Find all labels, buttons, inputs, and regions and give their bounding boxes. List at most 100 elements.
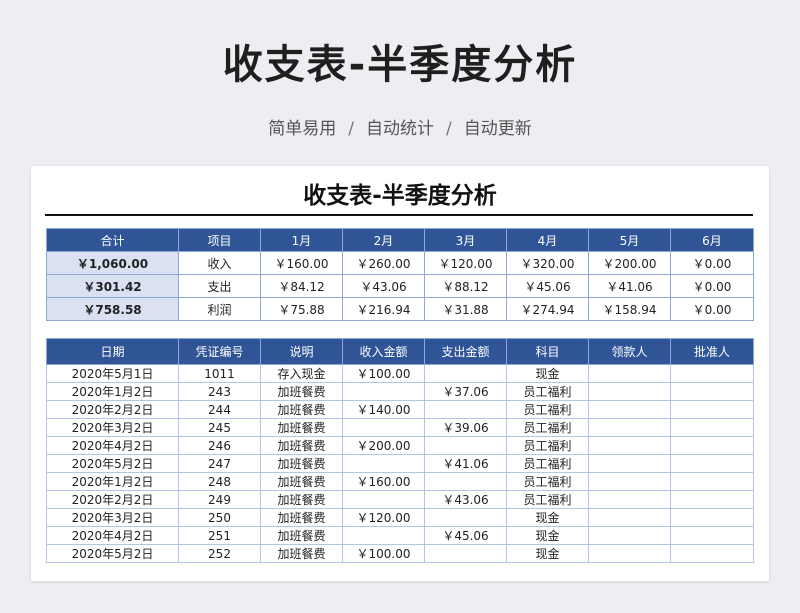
table-cell[interactable] bbox=[588, 508, 671, 527]
table-cell[interactable] bbox=[424, 508, 507, 527]
table-cell[interactable]: 加班餐费 bbox=[260, 454, 343, 473]
table-cell[interactable]: 利润 bbox=[178, 297, 261, 321]
table-cell[interactable]: 2020年3月2日 bbox=[46, 418, 179, 437]
table-cell[interactable]: 加班餐费 bbox=[260, 436, 343, 455]
table-cell[interactable] bbox=[588, 544, 671, 563]
table-cell[interactable] bbox=[342, 418, 425, 437]
table-cell[interactable]: ￥758.58 bbox=[46, 297, 179, 321]
table-cell[interactable]: ￥88.12 bbox=[424, 274, 507, 298]
table-cell[interactable]: ￥260.00 bbox=[342, 251, 425, 275]
table-cell[interactable]: 员工福利 bbox=[506, 472, 589, 491]
table-cell[interactable] bbox=[588, 490, 671, 509]
table-cell[interactable] bbox=[342, 382, 425, 401]
table-cell[interactable] bbox=[670, 400, 754, 419]
table-cell[interactable]: ￥84.12 bbox=[260, 274, 343, 298]
table-cell[interactable]: 加班餐费 bbox=[260, 490, 343, 509]
table-cell[interactable]: 1011 bbox=[178, 364, 261, 383]
table-cell[interactable]: 员工福利 bbox=[506, 400, 589, 419]
table-cell[interactable]: 收入 bbox=[178, 251, 261, 275]
table-cell[interactable]: 现金 bbox=[506, 526, 589, 545]
table-cell[interactable]: ￥0.00 bbox=[670, 297, 754, 321]
table-cell[interactable] bbox=[588, 436, 671, 455]
table-cell[interactable]: 2020年5月1日 bbox=[46, 364, 179, 383]
table-cell[interactable]: 2020年2月2日 bbox=[46, 490, 179, 509]
table-cell[interactable]: 员工福利 bbox=[506, 418, 589, 437]
table-cell[interactable]: 2020年4月2日 bbox=[46, 526, 179, 545]
table-cell[interactable] bbox=[342, 490, 425, 509]
table-cell[interactable]: ￥274.94 bbox=[506, 297, 589, 321]
table-cell[interactable]: 加班餐费 bbox=[260, 526, 343, 545]
table-cell[interactable]: 现金 bbox=[506, 364, 589, 383]
table-cell[interactable]: ￥200.00 bbox=[342, 436, 425, 455]
table-cell[interactable]: ￥216.94 bbox=[342, 297, 425, 321]
table-cell[interactable]: ￥100.00 bbox=[342, 544, 425, 563]
table-cell[interactable] bbox=[670, 454, 754, 473]
table-cell[interactable]: 现金 bbox=[506, 544, 589, 563]
table-cell[interactable] bbox=[588, 418, 671, 437]
table-cell[interactable]: ￥158.94 bbox=[588, 297, 671, 321]
table-cell[interactable]: ￥120.00 bbox=[424, 251, 507, 275]
table-cell[interactable] bbox=[588, 454, 671, 473]
table-cell[interactable] bbox=[670, 544, 754, 563]
table-cell[interactable]: 2020年4月2日 bbox=[46, 436, 179, 455]
table-cell[interactable]: ￥45.06 bbox=[506, 274, 589, 298]
table-cell[interactable]: 员工福利 bbox=[506, 382, 589, 401]
table-cell[interactable]: ￥301.42 bbox=[46, 274, 179, 298]
table-cell[interactable]: 加班餐费 bbox=[260, 382, 343, 401]
table-cell[interactable]: ￥100.00 bbox=[342, 364, 425, 383]
table-cell[interactable]: ￥120.00 bbox=[342, 508, 425, 527]
table-cell[interactable]: ￥0.00 bbox=[670, 251, 754, 275]
table-cell[interactable]: ￥140.00 bbox=[342, 400, 425, 419]
table-cell[interactable]: 2020年1月2日 bbox=[46, 382, 179, 401]
table-cell[interactable]: ￥43.06 bbox=[342, 274, 425, 298]
table-cell[interactable] bbox=[670, 418, 754, 437]
table-cell[interactable]: ￥39.06 bbox=[424, 418, 507, 437]
table-cell[interactable] bbox=[588, 526, 671, 545]
table-cell[interactable] bbox=[670, 526, 754, 545]
table-cell[interactable]: ￥41.06 bbox=[424, 454, 507, 473]
table-cell[interactable]: 2020年3月2日 bbox=[46, 508, 179, 527]
table-cell[interactable]: ￥320.00 bbox=[506, 251, 589, 275]
table-cell[interactable]: 247 bbox=[178, 454, 261, 473]
table-cell[interactable]: 248 bbox=[178, 472, 261, 491]
table-cell[interactable]: 250 bbox=[178, 508, 261, 527]
table-cell[interactable]: 加班餐费 bbox=[260, 400, 343, 419]
table-cell[interactable]: ￥200.00 bbox=[588, 251, 671, 275]
table-cell[interactable]: ￥160.00 bbox=[260, 251, 343, 275]
table-cell[interactable] bbox=[342, 454, 425, 473]
table-cell[interactable]: 251 bbox=[178, 526, 261, 545]
table-cell[interactable]: 加班餐费 bbox=[260, 418, 343, 437]
table-cell[interactable]: 员工福利 bbox=[506, 436, 589, 455]
table-cell[interactable] bbox=[670, 508, 754, 527]
table-cell[interactable]: ￥1,060.00 bbox=[46, 251, 179, 275]
table-cell[interactable] bbox=[670, 490, 754, 509]
table-cell[interactable] bbox=[424, 544, 507, 563]
table-cell[interactable]: 249 bbox=[178, 490, 261, 509]
table-cell[interactable]: 加班餐费 bbox=[260, 508, 343, 527]
table-cell[interactable]: 存入现金 bbox=[260, 364, 343, 383]
table-cell[interactable] bbox=[424, 400, 507, 419]
table-cell[interactable]: ￥43.06 bbox=[424, 490, 507, 509]
table-cell[interactable]: 员工福利 bbox=[506, 454, 589, 473]
table-cell[interactable] bbox=[588, 472, 671, 491]
table-cell[interactable] bbox=[588, 400, 671, 419]
table-cell[interactable] bbox=[424, 436, 507, 455]
table-cell[interactable]: 支出 bbox=[178, 274, 261, 298]
table-cell[interactable]: ￥37.06 bbox=[424, 382, 507, 401]
table-cell[interactable]: ￥41.06 bbox=[588, 274, 671, 298]
table-cell[interactable]: 246 bbox=[178, 436, 261, 455]
table-cell[interactable]: 加班餐费 bbox=[260, 472, 343, 491]
table-cell[interactable] bbox=[670, 472, 754, 491]
table-cell[interactable]: 252 bbox=[178, 544, 261, 563]
table-cell[interactable] bbox=[588, 364, 671, 383]
table-cell[interactable]: 243 bbox=[178, 382, 261, 401]
table-cell[interactable]: 2020年1月2日 bbox=[46, 472, 179, 491]
table-cell[interactable]: 员工福利 bbox=[506, 490, 589, 509]
table-cell[interactable] bbox=[670, 382, 754, 401]
table-cell[interactable]: 2020年5月2日 bbox=[46, 544, 179, 563]
table-cell[interactable] bbox=[670, 436, 754, 455]
table-cell[interactable]: 现金 bbox=[506, 508, 589, 527]
table-cell[interactable]: 245 bbox=[178, 418, 261, 437]
table-cell[interactable]: ￥31.88 bbox=[424, 297, 507, 321]
table-cell[interactable]: ￥45.06 bbox=[424, 526, 507, 545]
